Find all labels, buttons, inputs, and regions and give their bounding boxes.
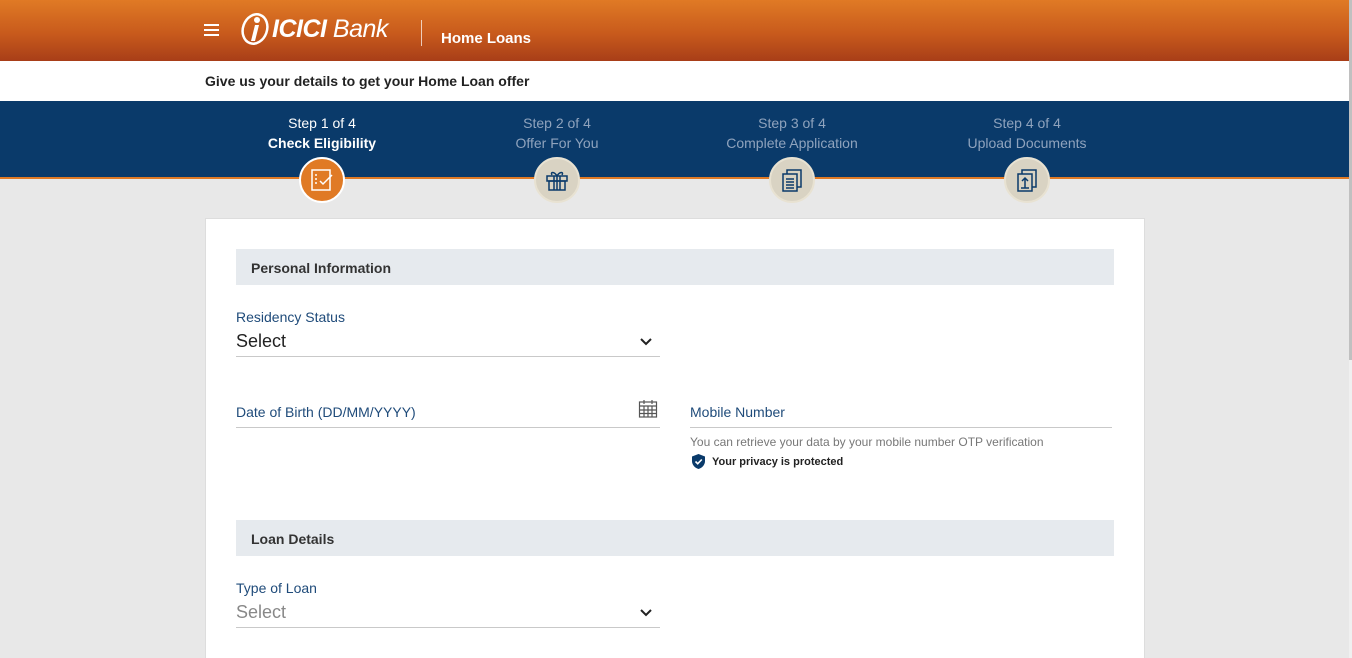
documents-icon — [769, 157, 815, 203]
step-4: Step 4 of 4 Upload Documents — [927, 113, 1127, 153]
section-title: Personal Information — [251, 260, 392, 276]
step-2: Step 2 of 4 Offer For You — [457, 113, 657, 153]
step-number: Step 3 of 4 — [758, 115, 826, 131]
progress-steps: Step 1 of 4 Check Eligibility Step 2 of … — [0, 101, 1349, 179]
step-number: Step 4 of 4 — [993, 115, 1061, 131]
personal-info-header: Personal Information — [236, 249, 1114, 285]
step-name: Upload Documents — [967, 135, 1087, 151]
top-header: ICICI Bank Home Loans — [0, 0, 1349, 61]
dob-field[interactable]: Date of Birth (DD/MM/YYYY) — [236, 404, 416, 420]
product-title: Home Loans — [441, 30, 532, 47]
logo-i-mark-icon — [240, 11, 270, 47]
step-name: Offer For You — [515, 135, 599, 151]
step-1: Step 1 of 4 Check Eligibility — [222, 113, 422, 153]
section-title: Loan Details — [251, 531, 335, 547]
intro-bar: Give us your details to get your Home Lo… — [0, 61, 1349, 101]
chevron-down-icon[interactable] — [639, 337, 653, 347]
gift-icon — [534, 157, 580, 203]
eligibility-form: Personal Information Residency Status Se… — [205, 218, 1145, 658]
step-name: Check Eligibility — [267, 135, 377, 151]
step-number: Step 2 of 4 — [523, 115, 591, 131]
loan-details-header: Loan Details — [236, 520, 1114, 556]
step-3: Step 3 of 4 Complete Application — [692, 113, 892, 153]
step-name: Complete Application — [726, 135, 858, 151]
intro-text: Give us your details to get your Home Lo… — [205, 73, 530, 89]
residency-status-label: Residency Status — [236, 309, 345, 325]
mobile-underline — [690, 427, 1112, 428]
residency-status-select[interactable]: Select — [236, 331, 286, 352]
shield-check-icon — [692, 454, 705, 469]
mobile-hint: You can retrieve your data by your mobil… — [690, 435, 1044, 449]
chevron-down-icon[interactable] — [639, 608, 653, 618]
dob-underline — [236, 427, 660, 428]
header-divider — [421, 20, 422, 46]
privacy-text: Your privacy is protected — [712, 455, 844, 468]
hamburger-menu-icon[interactable] — [204, 24, 219, 38]
icici-bank-logo[interactable]: ICICI Bank — [240, 10, 388, 48]
privacy-note: Your privacy is protected — [690, 453, 843, 470]
checklist-icon — [299, 157, 345, 203]
upload-document-icon — [1004, 157, 1050, 203]
residency-underline — [236, 356, 660, 357]
loan-type-underline — [236, 627, 660, 628]
mobile-number-field[interactable]: Mobile Number — [690, 404, 785, 420]
type-of-loan-select[interactable]: Select — [236, 602, 286, 623]
calendar-icon[interactable] — [638, 399, 658, 419]
step-number: Step 1 of 4 — [288, 115, 356, 131]
logo-text: ICICI Bank — [272, 14, 388, 43]
type-of-loan-label: Type of Loan — [236, 580, 317, 596]
